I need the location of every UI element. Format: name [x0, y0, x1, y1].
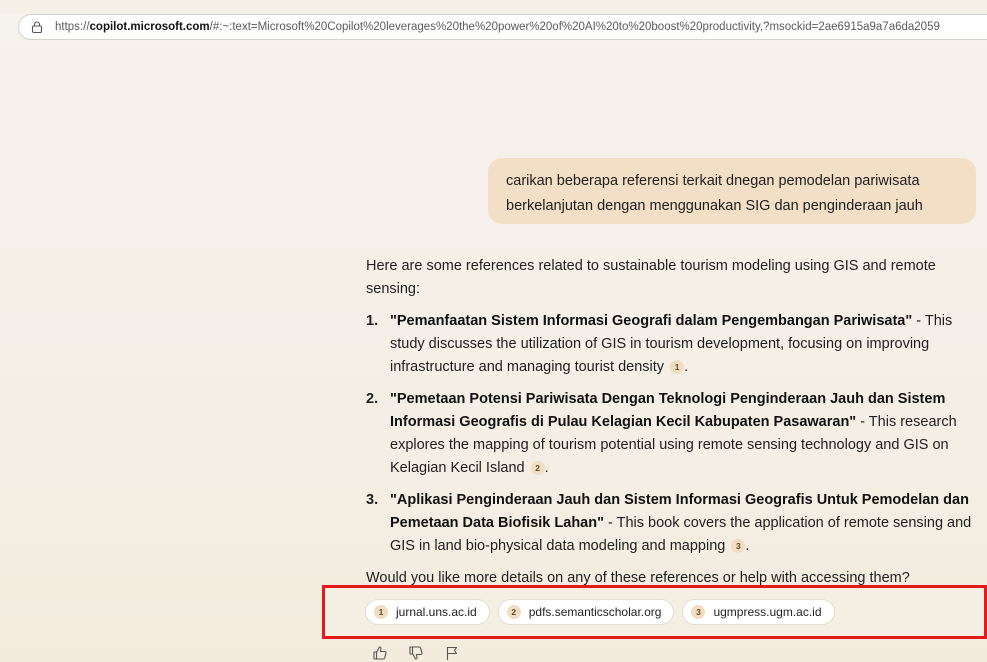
citation-badge[interactable]: 3 — [731, 539, 746, 553]
sentence-period: . — [745, 538, 750, 554]
response-actions — [372, 644, 460, 662]
citation-badge[interactable]: 1 — [670, 360, 685, 374]
url-rest: /#:~:text=Microsoft%20Copilot%20leverage… — [209, 21, 940, 33]
thumbs-down-icon[interactable] — [408, 645, 424, 661]
reference-item: 2. "Pemetaan Potensi Pariwisata Dengan T… — [366, 388, 978, 480]
reference-item: 1. "Pemanfaatan Sistem Informasi Geograf… — [366, 310, 978, 379]
reference-number: 2. — [366, 391, 379, 407]
source-chip-ugmpress[interactable]: 3 ugmpress.ugm.ac.id — [682, 599, 835, 625]
reference-number: 3. — [366, 492, 379, 508]
source-chip-jurnal-uns[interactable]: 1 jurnal.uns.ac.id — [365, 599, 490, 625]
user-message-text: carikan beberapa referensi terkait dnega… — [506, 173, 923, 214]
citation-badge[interactable]: 2 — [530, 461, 545, 475]
reference-number: 1. — [366, 313, 379, 329]
url-domain: copilot.microsoft.com — [89, 21, 210, 33]
source-number-badge: 3 — [691, 605, 706, 619]
reference-item: 3. "Aplikasi Penginderaan Jauh dan Siste… — [366, 489, 978, 558]
url-prefix: https:// — [55, 21, 90, 33]
lock-icon — [31, 21, 43, 33]
thumbs-up-icon[interactable] — [372, 645, 388, 661]
sources-highlight-box: 1 jurnal.uns.ac.id 2 pdfs.semanticschola… — [322, 585, 987, 639]
reference-title: "Pemanfaatan Sistem Informasi Geografi d… — [390, 313, 913, 329]
source-label: ugmpress.ugm.ac.id — [713, 605, 822, 619]
source-label: pdfs.semanticscholar.org — [528, 605, 662, 619]
reference-list: 1. "Pemanfaatan Sistem Informasi Geograf… — [366, 310, 978, 558]
assistant-response: Here are some references related to sust… — [366, 255, 978, 590]
response-intro: Here are some references related to sust… — [366, 258, 936, 297]
address-bar[interactable]: https://copilot.microsoft.com/#:~:text=M… — [18, 14, 987, 40]
source-number-badge: 1 — [374, 605, 388, 619]
browser-top-strip — [0, 0, 987, 14]
source-number-badge: 2 — [506, 605, 521, 619]
source-label: jurnal.uns.ac.id — [396, 605, 477, 619]
sentence-period: . — [684, 359, 689, 375]
flag-icon[interactable] — [444, 645, 460, 661]
user-message-bubble: carikan beberapa referensi terkait dnega… — [488, 158, 976, 224]
source-chip-semanticscholar[interactable]: 2 pdfs.semanticscholar.org — [497, 599, 675, 625]
sentence-period: . — [544, 460, 549, 476]
